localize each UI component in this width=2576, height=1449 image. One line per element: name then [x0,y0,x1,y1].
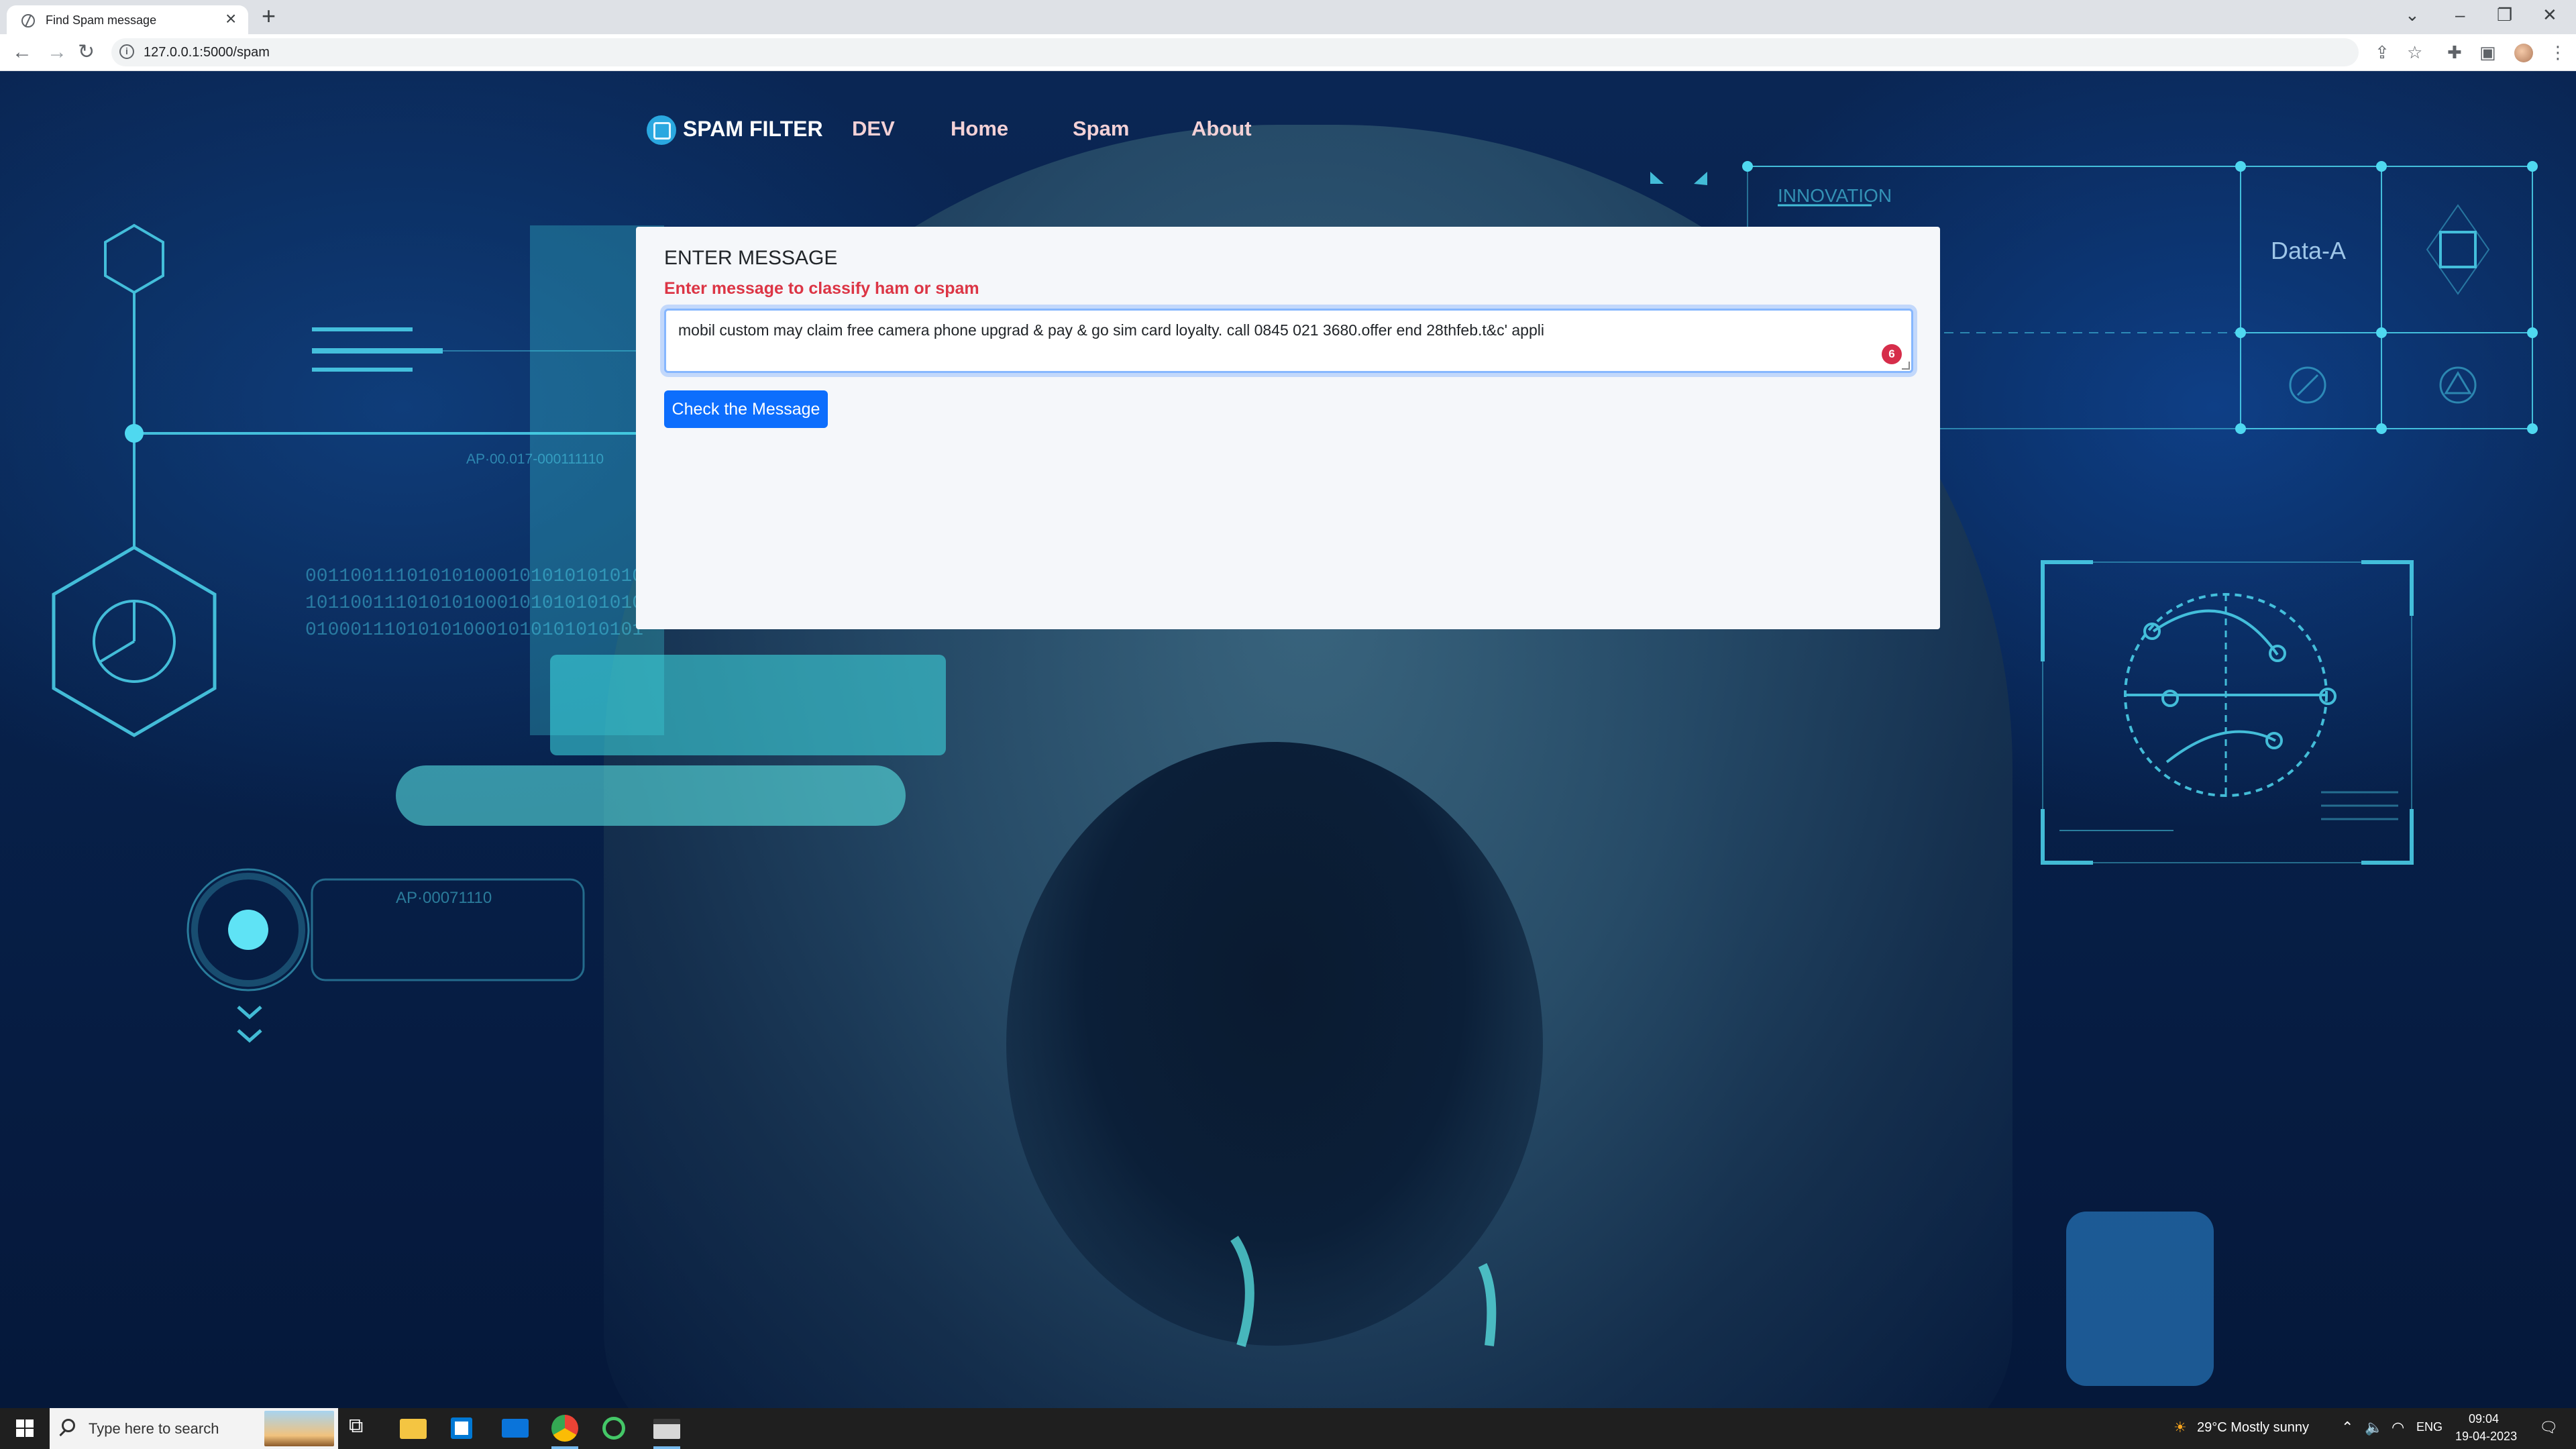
page-background: INNOVATION Data-A AP·00071110 AP·00.017-… [0,71,2576,1408]
profile-avatar[interactable] [2514,44,2533,62]
chrome-active-indicator [551,1446,578,1449]
app-ring-icon[interactable] [602,1417,625,1440]
search-placeholder[interactable]: Type here to search [89,1420,219,1438]
windows-taskbar: Type here to search ⧉ ☀ 29°C Mostly sunn… [0,1408,2576,1449]
hud-text-ap: AP·00071110 [396,889,492,907]
weather-text[interactable]: 29°C Mostly sunny [2197,1420,2309,1436]
extensions-icon[interactable]: ✚ [2447,42,2462,62]
close-tab-icon[interactable]: × [225,9,236,28]
tray-overflow-icon[interactable]: ⌃ [2341,1419,2353,1436]
close-window-button[interactable]: ✕ [2542,3,2557,27]
clock-time[interactable]: 09:04 [2469,1412,2499,1426]
card-title: ENTER MESSAGE [664,247,838,269]
minimize-button[interactable]: – [2455,3,2465,27]
nav-link-dev[interactable]: DEV [852,117,895,141]
share-icon[interactable]: ⇪ [2375,42,2390,62]
notification-icon[interactable]: 🗨 [2539,1419,2558,1436]
info-icon[interactable]: i [119,44,134,59]
message-textarea[interactable]: mobil custom may claim free camera phone… [664,309,1913,373]
star-icon[interactable]: ☆ [2407,42,2422,62]
clock-date[interactable]: 19-04-2023 [2455,1430,2517,1444]
hud-text-innovation: INNOVATION [1778,185,1892,206]
task-view-icon[interactable]: ⧉ [349,1415,376,1442]
resize-handle-icon[interactable] [1902,362,1910,370]
search-icon [62,1419,75,1432]
spam-filter-logo-icon[interactable] [647,115,676,145]
menu-icon[interactable]: ⋮ [2549,42,2567,62]
grammarly-badge-icon[interactable]: 6 [1882,344,1902,364]
check-message-button[interactable]: Check the Message [664,390,828,428]
hud-binary-2: 101100111010101000101010101010 [305,593,643,614]
hud-text-data-a: Data-A [2271,237,2346,264]
new-tab-button[interactable]: + [262,4,276,28]
app-window-icon[interactable] [653,1419,680,1439]
network-icon[interactable]: ◠ [2392,1419,2404,1436]
hud-binary-1: 001100111010101000101010101010 [305,566,643,587]
brand-name[interactable]: SPAM FILTER [683,117,823,142]
nav-link-about[interactable]: About [1191,117,1252,141]
volume-icon[interactable]: 🔈 [2365,1419,2383,1436]
microsoft-store-icon[interactable] [451,1417,472,1439]
reload-icon[interactable]: ↻ [78,40,95,64]
address-bar[interactable]: i 127.0.0.1:5000/spam [111,38,2359,66]
browser-tab-bar: Find Spam message × + ⌄ – ❐ ✕ [0,0,2576,34]
taskbar-search-box[interactable]: Type here to search [50,1408,338,1449]
message-card: ENTER MESSAGE Enter message to classify … [636,227,1940,629]
nav-link-spam[interactable]: Spam [1073,117,1129,141]
weather-sun-icon[interactable]: ☀ [2174,1419,2187,1436]
tab-search-icon[interactable]: ⌄ [2405,3,2420,27]
mail-icon[interactable] [502,1419,529,1438]
windows-start-icon[interactable] [16,1419,34,1437]
nav-link-home[interactable]: Home [951,117,1008,141]
message-text[interactable]: mobil custom may claim free camera phone… [678,321,1544,339]
card-subtitle: Enter message to classify ham or spam [664,279,979,298]
url-text[interactable]: 127.0.0.1:5000/spam [144,45,270,60]
browser-toolbar: ← → ↻ i 127.0.0.1:5000/spam ⇪ ☆ ✚ ▣ ⋮ [0,34,2576,71]
language-indicator[interactable]: ENG [2416,1420,2443,1434]
hud-binary-3: 010001110101010001010101010101 [305,620,643,641]
tab-title: Find Spam message [46,13,157,27]
forward-icon[interactable]: → [47,40,67,64]
window-active-indicator [653,1446,680,1449]
search-highlight-image[interactable] [264,1411,334,1446]
file-explorer-icon[interactable] [400,1419,427,1439]
back-icon[interactable]: ← [12,40,32,64]
globe-icon [21,14,35,28]
hud-text-ap-small: AP·00.017-000111110 [466,451,604,467]
small-hexagon [104,223,164,294]
chrome-icon[interactable] [551,1415,578,1442]
browser-tab[interactable]: Find Spam message × [7,5,248,34]
sidepanel-icon[interactable]: ▣ [2479,42,2496,62]
restore-button[interactable]: ❐ [2497,3,2512,27]
